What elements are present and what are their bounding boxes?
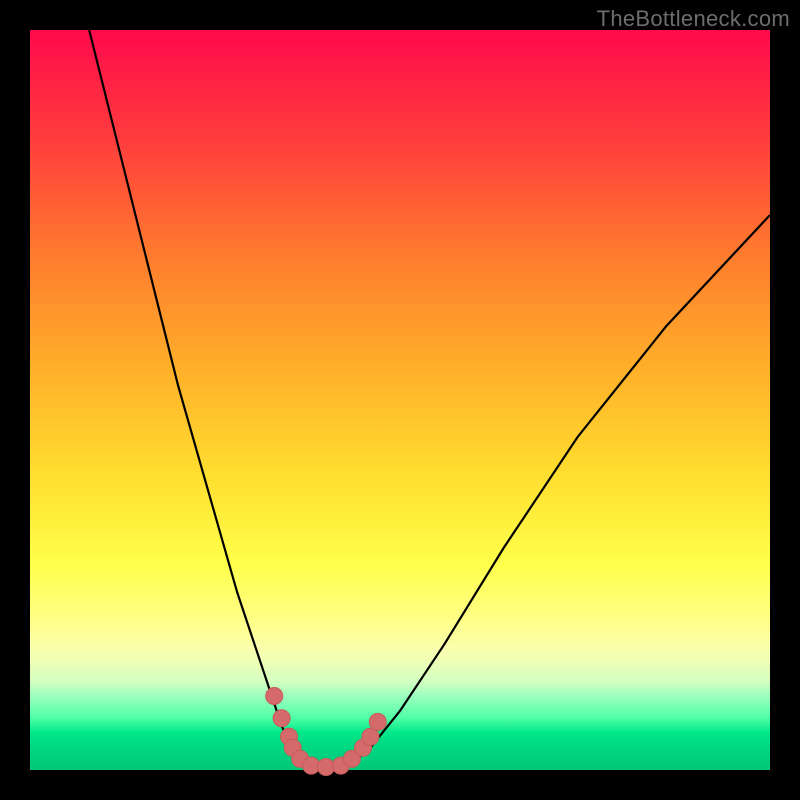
valley-dot [273, 710, 290, 727]
plot-area [30, 30, 770, 770]
right-curve [348, 215, 770, 766]
chart-frame: TheBottleneck.com [0, 0, 800, 800]
valley-dots-group [266, 688, 387, 776]
valley-dot [369, 713, 386, 730]
valley-dot [266, 688, 283, 705]
chart-svg [30, 30, 770, 770]
watermark-text: TheBottleneck.com [597, 6, 790, 32]
left-curve [89, 30, 304, 766]
